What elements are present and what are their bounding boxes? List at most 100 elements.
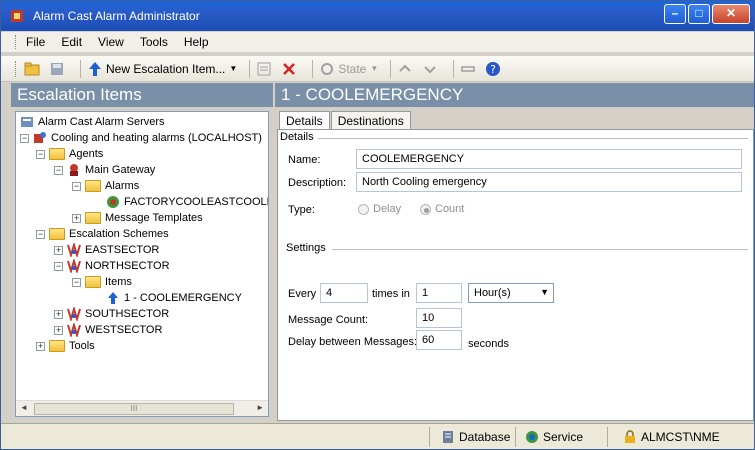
tree-node-escalation-schemes[interactable]: − Escalation Schemes bbox=[36, 226, 169, 242]
tree-node-items[interactable]: − Items bbox=[72, 274, 132, 290]
period-value: Hour(s) bbox=[474, 287, 511, 299]
type-delay-label: Delay bbox=[373, 203, 402, 215]
toolbar: New Escalation Item... ▼ State ▼ ? bbox=[1, 56, 754, 82]
tree-node-westsector[interactable]: + WESTSECTOR bbox=[54, 322, 162, 338]
lock-icon bbox=[625, 430, 635, 443]
settings-group-label: Settings bbox=[286, 242, 326, 254]
collapse-icon[interactable]: − bbox=[36, 149, 45, 159]
user-status: ALMCST\NME bbox=[623, 430, 720, 444]
expand-icon[interactable]: + bbox=[54, 325, 63, 335]
sector-icon bbox=[67, 323, 81, 337]
expand-icon[interactable]: + bbox=[72, 213, 81, 223]
name-field[interactable]: COOLEMERGENCY bbox=[356, 149, 742, 169]
database-status: Database bbox=[441, 430, 510, 444]
folder-icon bbox=[49, 340, 65, 352]
tree-node-eastsector[interactable]: + EASTSECTOR bbox=[54, 242, 159, 258]
radio-unchecked-icon bbox=[358, 203, 369, 215]
tree-node-root[interactable]: Alarm Cast Alarm Servers bbox=[20, 114, 165, 130]
tree-label-escalation-schemes: Escalation Schemes bbox=[69, 228, 169, 240]
state-dropdown-icon[interactable]: ▼ bbox=[370, 64, 378, 73]
svg-text:?: ? bbox=[490, 63, 496, 76]
menu-edit[interactable]: Edit bbox=[61, 35, 82, 49]
move-up-button[interactable] bbox=[397, 61, 416, 77]
tree-label-coolemergency: 1 - COOLEMERGENCY bbox=[124, 292, 242, 304]
sector-icon bbox=[67, 243, 81, 257]
tree-node-alarms[interactable]: − Alarms bbox=[72, 178, 139, 194]
collapse-icon[interactable]: − bbox=[54, 165, 63, 175]
seconds-label: seconds bbox=[468, 338, 509, 350]
new-escalation-item-label: New Escalation Item... bbox=[106, 61, 226, 76]
tree-node-main-gateway[interactable]: − Main Gateway bbox=[54, 162, 155, 178]
tree-label-agents: Agents bbox=[69, 148, 104, 160]
app-icon bbox=[11, 10, 23, 22]
tree-label-westsector: WESTSECTOR bbox=[85, 324, 163, 336]
open-button[interactable] bbox=[24, 61, 43, 77]
move-down-button[interactable] bbox=[422, 61, 441, 77]
tree-node-message-templates[interactable]: + Message Templates bbox=[72, 210, 203, 226]
alarm-item-icon bbox=[107, 196, 119, 208]
sector-icon bbox=[67, 259, 81, 273]
state-icon bbox=[321, 62, 334, 75]
tree-label-items: Items bbox=[105, 276, 132, 288]
escalation-tree[interactable]: Alarm Cast Alarm Servers − Cooling and h… bbox=[15, 111, 269, 417]
service-status: Service bbox=[525, 430, 583, 444]
minimize-button[interactable]: – bbox=[664, 4, 686, 24]
menu-bar: File Edit View Tools Help bbox=[1, 32, 754, 52]
toolbar-grip bbox=[15, 60, 18, 77]
times-in-field[interactable]: 1 bbox=[416, 283, 462, 303]
delay-field[interactable]: 60 bbox=[416, 330, 462, 350]
tree-node-agents[interactable]: − Agents bbox=[36, 146, 103, 162]
menu-tools[interactable]: Tools bbox=[140, 35, 168, 49]
tab-destinations[interactable]: Destinations bbox=[330, 111, 411, 131]
tree-label-alarm-item: FACTORYCOOLEASTCOOLEa bbox=[124, 196, 269, 208]
tree-node-southsector[interactable]: + SOUTHSECTOR bbox=[54, 306, 169, 322]
expand-icon[interactable]: + bbox=[54, 309, 63, 319]
menu-file[interactable]: File bbox=[26, 35, 45, 49]
link-button[interactable] bbox=[460, 61, 479, 77]
server-alarm-icon bbox=[34, 132, 46, 143]
help-button[interactable]: ? bbox=[485, 61, 504, 77]
expand-icon[interactable]: + bbox=[54, 245, 63, 255]
save-button[interactable] bbox=[49, 61, 68, 77]
collapse-icon[interactable]: − bbox=[20, 133, 29, 143]
delete-button[interactable] bbox=[281, 61, 300, 77]
tree-label-alarms: Alarms bbox=[105, 180, 140, 192]
dropdown-arrow-icon[interactable]: ▼ bbox=[229, 64, 237, 73]
menu-grip bbox=[15, 35, 18, 49]
type-delay-radio[interactable]: Delay bbox=[358, 203, 401, 215]
menu-view[interactable]: View bbox=[98, 35, 124, 49]
new-item-icon bbox=[89, 61, 101, 76]
database-icon bbox=[443, 431, 453, 443]
horizontal-scrollbar[interactable]: ◄ III ► bbox=[16, 400, 268, 416]
maximize-button[interactable]: □ bbox=[688, 4, 710, 24]
scroll-thumb[interactable]: III bbox=[34, 403, 234, 415]
type-count-radio[interactable]: Count bbox=[420, 203, 464, 215]
collapse-icon[interactable]: − bbox=[54, 261, 63, 271]
scroll-right-icon[interactable]: ► bbox=[256, 403, 264, 412]
tree-node-tools[interactable]: + Tools bbox=[36, 338, 95, 354]
message-count-label: Message Count: bbox=[288, 314, 369, 326]
tree-node-coolemergency[interactable]: 1 - COOLEMERGENCY bbox=[106, 290, 242, 306]
close-button[interactable]: ✕ bbox=[712, 4, 750, 24]
collapse-icon[interactable]: − bbox=[72, 181, 81, 191]
tree-node-server[interactable]: − Cooling and heating alarms (LOCALHOST) bbox=[20, 130, 262, 146]
menu-help[interactable]: Help bbox=[184, 35, 209, 49]
state-button[interactable]: State ▼ bbox=[319, 61, 378, 77]
move-up-icon bbox=[399, 64, 411, 72]
scroll-left-icon[interactable]: ◄ bbox=[20, 403, 28, 412]
period-select[interactable]: Hour(s) ▼ bbox=[468, 283, 554, 303]
service-label: Service bbox=[543, 430, 584, 444]
times-in-label: times in bbox=[372, 288, 410, 300]
tree-node-northsector[interactable]: − NORTHSECTOR bbox=[54, 258, 170, 274]
every-field[interactable]: 4 bbox=[320, 283, 368, 303]
message-count-field[interactable]: 10 bbox=[416, 308, 462, 328]
app-window: Alarm Cast Alarm Administrator – □ ✕ Fil… bbox=[0, 0, 755, 450]
collapse-icon[interactable]: − bbox=[72, 277, 81, 287]
collapse-icon[interactable]: − bbox=[36, 229, 45, 239]
expand-icon[interactable]: + bbox=[36, 341, 45, 351]
new-escalation-item-button[interactable]: New Escalation Item... ▼ bbox=[87, 61, 237, 77]
properties-button[interactable] bbox=[256, 61, 275, 77]
tree-node-alarm-item[interactable]: FACTORYCOOLEASTCOOLEa bbox=[106, 194, 269, 210]
description-field[interactable]: North Cooling emergency bbox=[356, 172, 742, 192]
sector-icon bbox=[67, 307, 81, 321]
